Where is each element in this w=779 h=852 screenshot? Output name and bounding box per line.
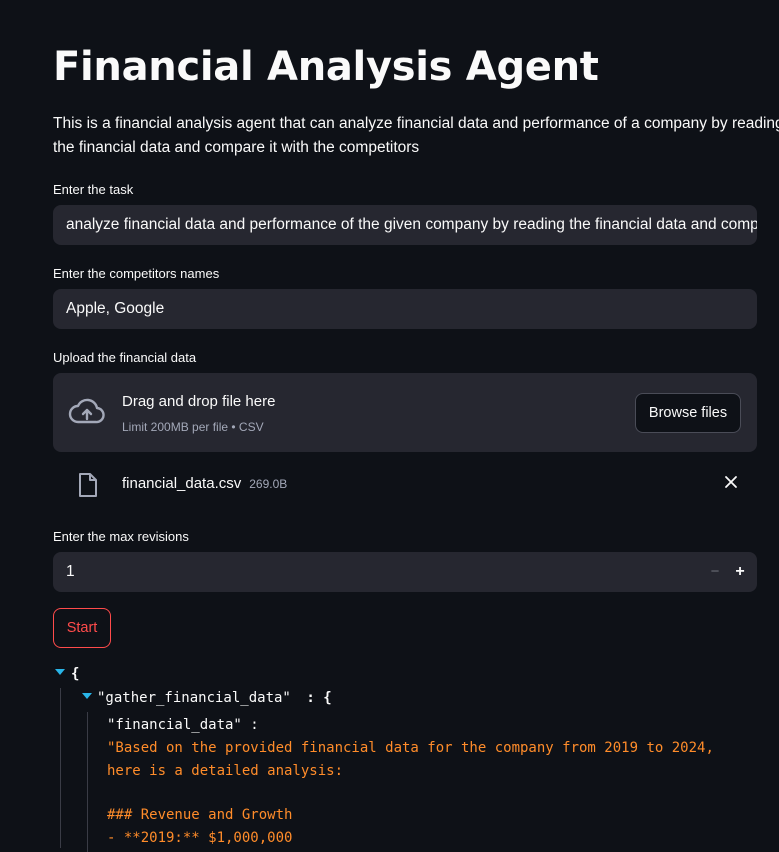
json-indent-guide [60, 688, 61, 848]
max-revisions-input[interactable]: 1 − + [53, 552, 757, 592]
json-open-brace: { [71, 666, 80, 682]
uploaded-file-name: financial_data.csv [122, 475, 242, 492]
competitors-input[interactable]: Apple, Google [53, 289, 757, 329]
dropzone-limit: Limit 200MB per file • CSV [122, 420, 264, 434]
task-label: Enter the task [53, 182, 134, 197]
close-icon[interactable] [723, 474, 739, 490]
cloud-upload-icon [68, 398, 105, 424]
uploaded-file-row: financial_data.csv 269.0B [53, 465, 757, 503]
json-brace: : { [298, 690, 332, 706]
browse-files-button[interactable]: Browse files [635, 393, 741, 433]
increment-button[interactable]: + [730, 552, 750, 592]
page-title: Financial Analysis Agent [53, 44, 599, 90]
json-string-line: "Based on the provided financial data fo… [107, 740, 714, 756]
json-string-line: - **2019:** $1,000,000 [107, 830, 293, 846]
task-input[interactable]: analyze financial data and performance o… [53, 205, 757, 245]
json-key-gather: "gather_financial_data" [97, 690, 291, 706]
caret-down-icon[interactable] [55, 669, 65, 675]
json-string-line: here is a detailed analysis: [107, 763, 344, 779]
page-description: This is a financial analysis agent that … [53, 115, 779, 156]
dropzone-title: Drag and drop file here [122, 393, 276, 410]
start-button[interactable]: Start [53, 608, 111, 648]
json-indent-guide [87, 712, 88, 852]
max-revisions-value: 1 [66, 563, 75, 580]
competitors-label: Enter the competitors names [53, 266, 220, 281]
json-key-financial-data: "financial_data" : [107, 717, 259, 733]
uploaded-file-size: 269.0B [249, 477, 288, 491]
file-icon [79, 473, 97, 497]
file-dropzone[interactable]: Drag and drop file here Limit 200MB per … [53, 373, 757, 452]
upload-label: Upload the financial data [53, 350, 197, 365]
caret-down-icon[interactable] [82, 693, 92, 699]
decrement-button[interactable]: − [705, 552, 725, 592]
json-string-line: ### Revenue and Growth [107, 807, 293, 823]
max-revisions-label: Enter the max revisions [53, 529, 189, 544]
